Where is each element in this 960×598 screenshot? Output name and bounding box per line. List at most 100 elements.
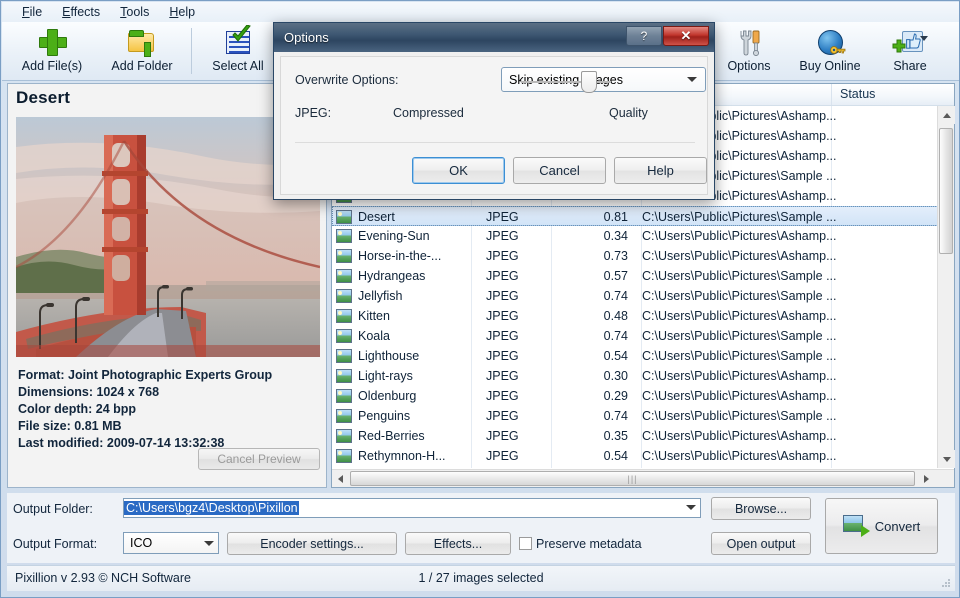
triangle-up-icon bbox=[943, 113, 951, 118]
horizontal-scrollbar[interactable]: ||| bbox=[332, 469, 954, 487]
dialog-ok-button[interactable]: OK bbox=[412, 157, 505, 184]
resize-grip-icon[interactable] bbox=[941, 578, 951, 588]
cell-size: 0.54 bbox=[552, 346, 628, 366]
dialog-title: Options bbox=[284, 30, 329, 45]
quality-slider-knob[interactable] bbox=[581, 71, 597, 93]
share-icon bbox=[894, 27, 926, 57]
cell-path: C:\Users\Public\Pictures\Ashamp... bbox=[642, 306, 892, 326]
table-row[interactable]: Horse-in-the-... JPEG 0.73 C:\Users\Publ… bbox=[332, 246, 938, 266]
overwrite-options-select[interactable]: Skip existing images bbox=[501, 67, 706, 92]
scroll-down-button[interactable] bbox=[938, 450, 955, 468]
cancel-preview-button[interactable]: Cancel Preview bbox=[198, 448, 320, 470]
table-row[interactable]: Lighthouse JPEG 0.54 C:\Users\Public\Pic… bbox=[332, 346, 938, 366]
buy-online-button[interactable]: Buy Online bbox=[790, 24, 870, 80]
scroll-up-button[interactable] bbox=[938, 106, 955, 124]
cell-path: C:\Users\Public\Pictures\Ashamp... bbox=[642, 226, 892, 246]
chevron-down-icon[interactable] bbox=[687, 77, 697, 82]
cell-path: C:\Users\Public\Pictures\Ashamp... bbox=[642, 446, 892, 466]
dialog-cancel-button[interactable]: Cancel bbox=[513, 157, 606, 184]
cell-name: Horse-in-the-... bbox=[332, 246, 472, 266]
cell-type: JPEG bbox=[472, 226, 552, 246]
convert-icon bbox=[843, 515, 869, 537]
pixillion-window: FFileile Effects Tools Help Add File(s) … bbox=[0, 0, 960, 598]
cell-type: JPEG bbox=[472, 386, 552, 406]
quality-slider-track[interactable] bbox=[521, 81, 611, 83]
globe-key-icon bbox=[814, 27, 846, 57]
chevron-down-icon[interactable] bbox=[204, 541, 214, 546]
table-row[interactable]: Hydrangeas JPEG 0.57 C:\Users\Public\Pic… bbox=[332, 266, 938, 286]
options-button[interactable]: Options bbox=[714, 24, 784, 80]
vertical-scrollbar[interactable] bbox=[937, 106, 954, 468]
cell-path: C:\Users\Public\Pictures\Sample ... bbox=[642, 346, 892, 366]
triangle-down-icon bbox=[943, 457, 951, 462]
menu-item-help[interactable]: Help bbox=[159, 3, 205, 21]
menu-item-tools[interactable]: Tools bbox=[110, 3, 159, 21]
cell-path: C:\Users\Public\Pictures\Sample ... bbox=[642, 207, 892, 227]
table-row[interactable]: Evening-Sun JPEG 0.34 C:\Users\Public\Pi… bbox=[332, 226, 938, 246]
output-folder-value: C:\Users\bgz4\Desktop\Pixillon bbox=[124, 501, 299, 515]
cell-name: Koala bbox=[332, 326, 472, 346]
dialog-close-button[interactable]: ✕ bbox=[663, 26, 709, 46]
table-row[interactable]: Red-Berries JPEG 0.35 C:\Users\Public\Pi… bbox=[332, 426, 938, 446]
menu-item-effects[interactable]: Effects bbox=[52, 3, 110, 21]
add-folder-button[interactable]: Add Folder bbox=[98, 24, 186, 80]
table-row[interactable]: Light-rays JPEG 0.30 C:\Users\Public\Pic… bbox=[332, 366, 938, 386]
horizontal-scroll-thumb[interactable]: ||| bbox=[350, 471, 915, 486]
cell-type: JPEG bbox=[472, 286, 552, 306]
table-row[interactable]: Kitten JPEG 0.48 C:\Users\Public\Picture… bbox=[332, 306, 938, 326]
column-header-status[interactable]: Status bbox=[832, 84, 938, 105]
open-output-button[interactable]: Open output bbox=[711, 532, 811, 555]
share-plus-icon bbox=[892, 39, 907, 54]
cell-size: 0.48 bbox=[552, 306, 628, 326]
cell-path: C:\Users\Public\Pictures\Sample ... bbox=[642, 326, 892, 346]
info-format: Format: Joint Photographic Experts Group bbox=[18, 367, 318, 384]
share-label: Share bbox=[893, 59, 926, 73]
encoder-settings-button[interactable]: Encoder settings... bbox=[227, 532, 397, 555]
cell-name: Oldenburg bbox=[332, 386, 472, 406]
table-row[interactable]: Rethymnon-H... JPEG 0.54 C:\Users\Public… bbox=[332, 446, 938, 466]
chevron-down-icon[interactable] bbox=[920, 36, 928, 41]
browse-button[interactable]: Browse... bbox=[711, 497, 811, 520]
add-folder-label: Add Folder bbox=[111, 59, 172, 73]
preserve-metadata-checkbox[interactable] bbox=[519, 537, 532, 550]
table-row[interactable]: Penguins JPEG 0.74 C:\Users\Public\Pictu… bbox=[332, 406, 938, 426]
output-format-label: Output Format: bbox=[13, 537, 97, 551]
convert-label: Convert bbox=[875, 519, 921, 534]
convert-button[interactable]: Convert bbox=[825, 498, 938, 554]
chevron-down-icon[interactable] bbox=[686, 505, 696, 510]
dialog-help-button[interactable]: ? bbox=[626, 26, 662, 46]
table-row-selected[interactable]: Desert JPEG 0.81 C:\Users\Public\Picture… bbox=[332, 206, 938, 226]
vertical-scroll-thumb[interactable] bbox=[939, 128, 953, 254]
table-row[interactable]: Koala JPEG 0.74 C:\Users\Public\Pictures… bbox=[332, 326, 938, 346]
share-button[interactable]: Share bbox=[878, 24, 942, 80]
select-all-button[interactable]: Select All bbox=[198, 24, 278, 80]
info-dimensions: Dimensions: 1024 x 768 bbox=[18, 384, 318, 401]
info-file-size: File size: 0.81 MB bbox=[18, 418, 318, 435]
check-icon bbox=[231, 25, 252, 44]
scroll-right-button[interactable] bbox=[918, 470, 935, 487]
table-row[interactable]: Jellyfish JPEG 0.74 C:\Users\Public\Pict… bbox=[332, 286, 938, 306]
cell-name: Hydrangeas bbox=[332, 266, 472, 286]
cell-path: C:\Users\Public\Pictures\Sample ... bbox=[642, 266, 892, 286]
effects-button[interactable]: Effects... bbox=[405, 532, 511, 555]
cell-type: JPEG bbox=[472, 246, 552, 266]
select-all-label: Select All bbox=[212, 59, 263, 73]
cell-path: C:\Users\Public\Pictures\Ashamp... bbox=[642, 246, 892, 266]
cell-type: JPEG bbox=[472, 406, 552, 426]
triangle-left-icon bbox=[338, 475, 343, 483]
dialog-title-bar[interactable]: Options ? ✕ bbox=[274, 23, 714, 52]
add-files-button[interactable]: Add File(s) bbox=[8, 24, 96, 80]
toolbar-separator-1 bbox=[191, 28, 192, 74]
cell-type: JPEG bbox=[472, 346, 552, 366]
cell-size: 0.74 bbox=[552, 286, 628, 306]
output-format-select[interactable]: ICO bbox=[123, 532, 219, 554]
scroll-left-button[interactable] bbox=[332, 470, 349, 487]
select-all-icon bbox=[222, 27, 254, 57]
table-row[interactable]: Oldenburg JPEG 0.29 C:\Users\Public\Pict… bbox=[332, 386, 938, 406]
output-folder-label: Output Folder: bbox=[13, 502, 93, 516]
menu-item-file[interactable]: FFileile bbox=[12, 3, 52, 21]
cell-name: Lighthouse bbox=[332, 346, 472, 366]
output-folder-input[interactable]: C:\Users\bgz4\Desktop\Pixillon bbox=[123, 498, 701, 518]
dialog-help-button-body[interactable]: Help bbox=[614, 157, 707, 184]
cell-size: 0.54 bbox=[552, 446, 628, 466]
